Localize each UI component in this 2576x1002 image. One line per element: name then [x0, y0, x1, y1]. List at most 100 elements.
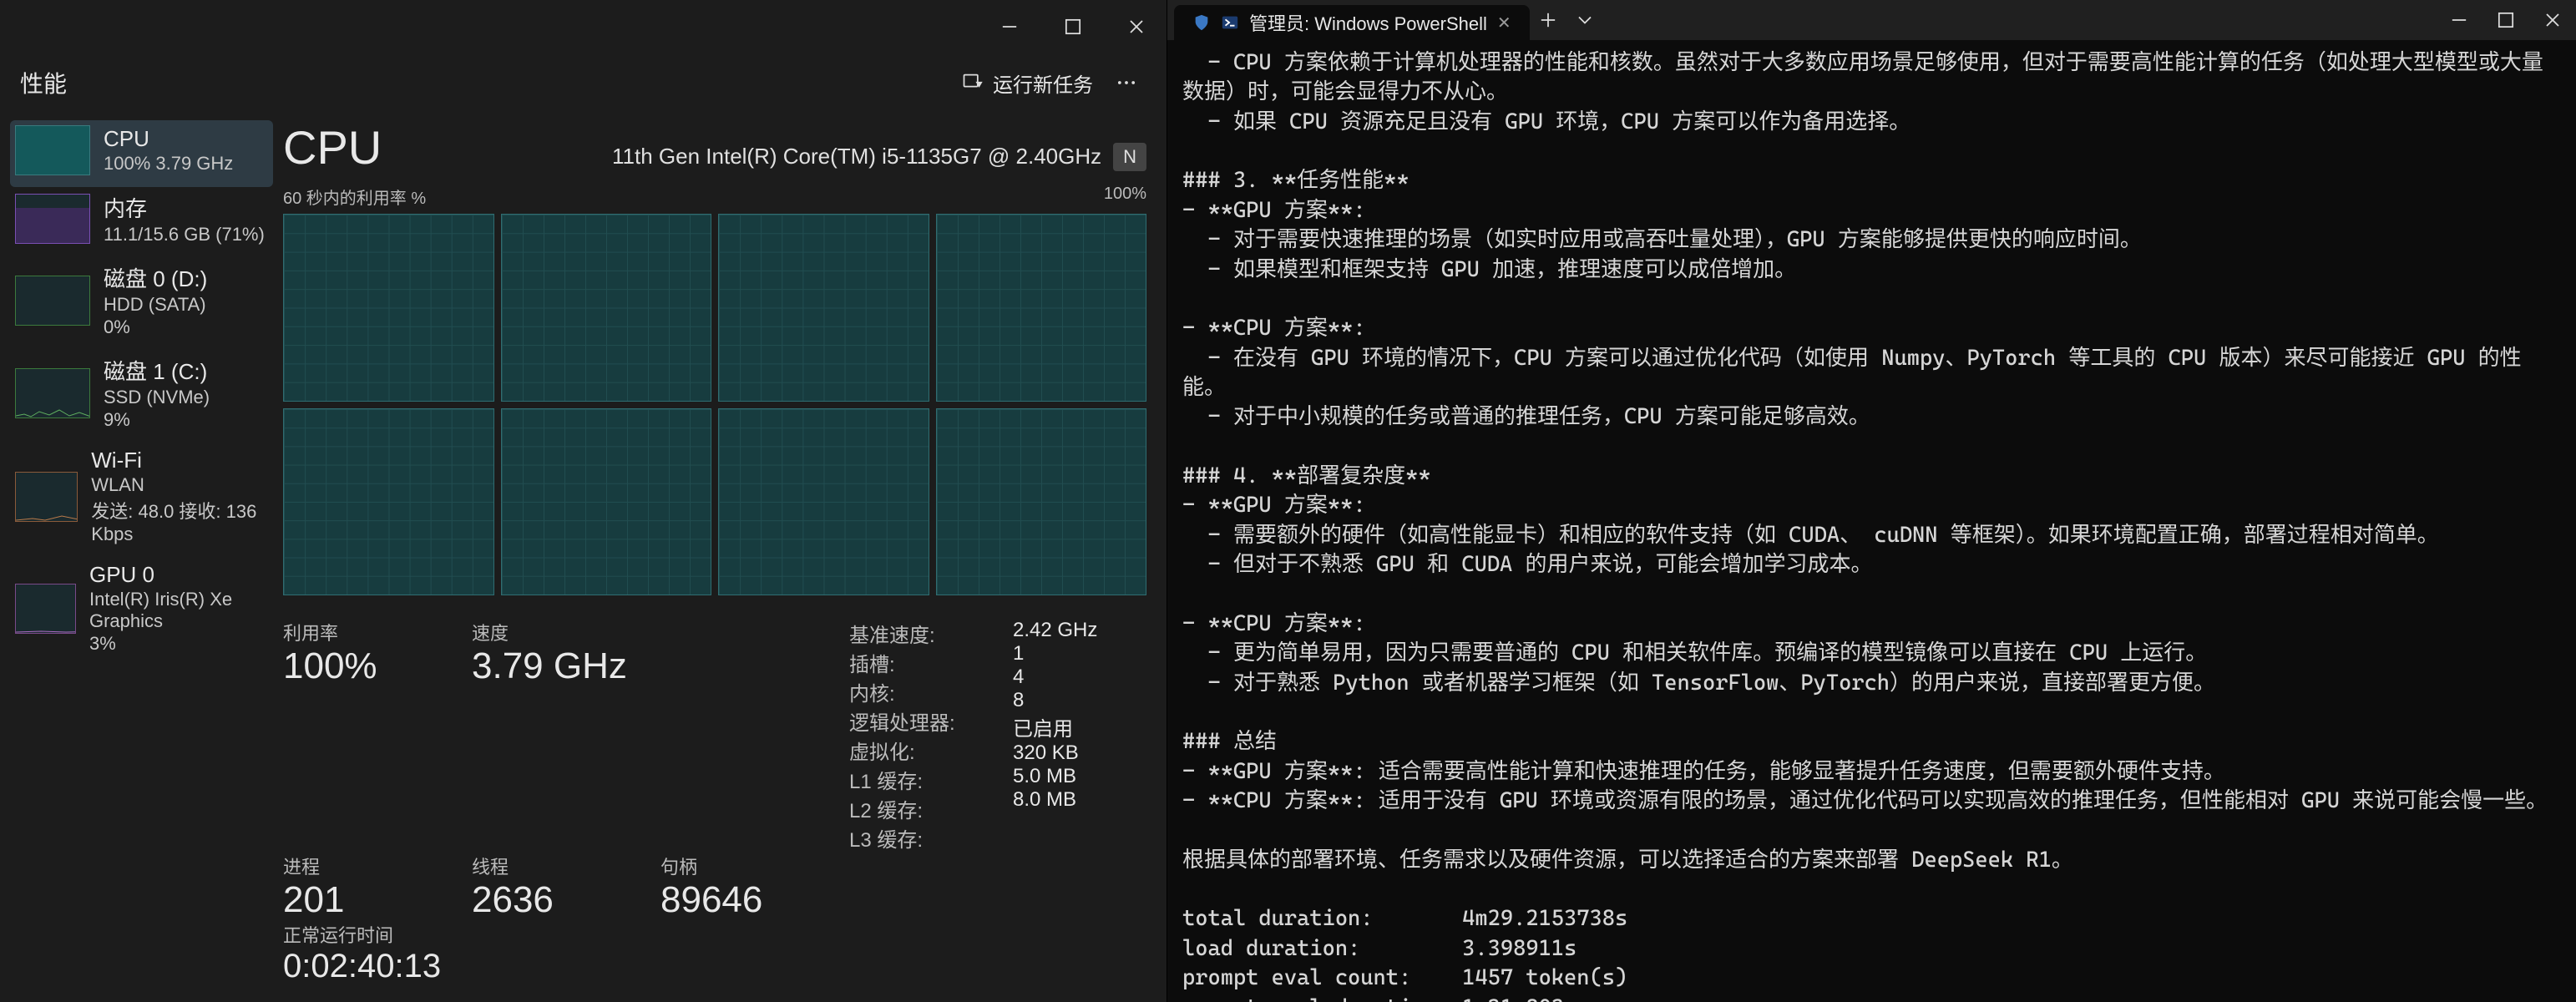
sidebar-item-sub: Intel(R) Iris(R) Xe Graphics: [89, 589, 268, 632]
terminal-content[interactable]: - CPU 方案依赖于计算机处理器的性能和核数。虽然对于大多数应用场景足够使用，…: [1167, 40, 2576, 1002]
sockets-label: 插槽:: [849, 648, 895, 677]
core-chart: [501, 408, 712, 596]
sidebar-item-sub: 100% 3.79 GHz: [104, 153, 233, 175]
util-label: 利用率: [283, 619, 458, 645]
cpu-stats-grid: 利用率 100% 速度 3.79 GHz 基准速度: 插槽: 内核: 逻辑处理器…: [283, 619, 1146, 985]
sidebar-item-label: 磁盘 0 (D:): [104, 262, 207, 293]
core-chart: [283, 408, 494, 596]
disk1-thumb: [15, 368, 90, 418]
tab-powershell[interactable]: 管理员: Windows PowerShell ✕: [1174, 5, 1530, 40]
chart-legend-right: 100%: [1104, 185, 1146, 209]
sidebar-item-sub2: 9%: [104, 409, 210, 431]
proc-value: 201: [283, 879, 458, 921]
maximize-button[interactable]: [1050, 10, 1096, 43]
base-speed-value: 2.42 GHz: [1013, 619, 1146, 642]
terminal-close-button[interactable]: [2529, 0, 2576, 40]
sidebar-item-sub2: 3%: [89, 633, 268, 655]
close-button[interactable]: [1113, 10, 1160, 43]
virt-value: 已启用: [1013, 712, 1146, 741]
base-speed-label: 基准速度:: [849, 619, 935, 648]
core-chart: [718, 214, 929, 402]
lp-label: 逻辑处理器:: [849, 706, 955, 736]
sidebar-item-sub: HDD (SATA): [104, 294, 207, 316]
handle-value: 89646: [660, 879, 836, 921]
l1-value: 320 KB: [1013, 741, 1146, 765]
uptime-label: 正常运行时间: [283, 921, 836, 948]
core-chart: [283, 214, 494, 402]
sidebar-item-disk-0[interactable]: 磁盘 0 (D:) HDD (SATA) 0%: [10, 257, 273, 350]
handle-label: 句柄: [660, 853, 836, 879]
disk0-thumb: [15, 276, 90, 326]
thread-value: 2636: [472, 879, 647, 921]
terminal-minimize-button[interactable]: [2436, 0, 2482, 40]
cpu-detail-panel: CPU 11th Gen Intel(R) Core(TM) i5-1135G7…: [283, 112, 1167, 1002]
cores-value: 4: [1013, 665, 1146, 689]
sidebar-item-label: 磁盘 1 (C:): [104, 355, 210, 386]
core-chart: [501, 214, 712, 402]
virt-label: 虚拟化:: [849, 736, 915, 765]
lp-value: 8: [1013, 689, 1146, 712]
gpu-thumb: [15, 584, 76, 634]
more-menu-button[interactable]: [1106, 66, 1146, 99]
sidebar-item-memory[interactable]: 内存 11.1/15.6 GB (71%): [10, 187, 273, 257]
core-chart: [936, 408, 1147, 596]
page-title: 性能: [20, 66, 67, 99]
cpu-thumb: [15, 125, 90, 175]
tab-dropdown-button[interactable]: [1566, 0, 1603, 40]
thread-label: 线程: [472, 853, 647, 879]
sidebar-item-label: CPU: [104, 126, 233, 152]
sidebar-item-label: Wi-Fi: [91, 448, 268, 473]
run-task-icon: [961, 71, 984, 94]
sidebar-item-label: 内存: [104, 192, 265, 223]
core-chart: [936, 214, 1147, 402]
chip-badge: N: [1113, 143, 1146, 171]
chart-legend-left: 60 秒内的利用率 %: [283, 185, 426, 209]
core-chart: [718, 408, 929, 596]
run-new-task-button[interactable]: 运行新任务: [948, 60, 1106, 106]
sidebar-item-cpu[interactable]: CPU 100% 3.79 GHz: [10, 120, 273, 187]
windows-terminal-window: 管理员: Windows PowerShell ✕ - CPU 方案依赖于计算机…: [1167, 0, 2576, 1002]
l3-label: L3 缓存:: [849, 823, 923, 853]
detail-title: CPU: [283, 120, 382, 175]
cpu-core-chart-grid: [283, 214, 1146, 595]
uptime-value: 0:02:40:13: [283, 948, 836, 985]
l2-value: 5.0 MB: [1013, 765, 1146, 788]
run-new-task-label: 运行新任务: [993, 68, 1093, 98]
wifi-thumb: [15, 472, 78, 522]
minimize-button[interactable]: [986, 10, 1033, 43]
window-titlebar: [0, 0, 1167, 53]
sidebar-item-sub: 11.1/15.6 GB (71%): [104, 224, 265, 245]
toolbar: 性能 运行新任务: [0, 53, 1167, 112]
sidebar-item-sub: SSD (NVMe): [104, 387, 210, 408]
tab-title: 管理员: Windows PowerShell: [1249, 9, 1487, 36]
resource-sidebar: CPU 100% 3.79 GHz 内存 11.1/15.6 GB (71%) …: [0, 112, 283, 1002]
util-value: 100%: [283, 645, 458, 687]
l1-label: L1 缓存:: [849, 765, 923, 794]
sidebar-item-sub2: 0%: [104, 316, 207, 338]
speed-value: 3.79 GHz: [472, 645, 647, 687]
shield-icon: [1192, 13, 1211, 32]
terminal-tabbar: 管理员: Windows PowerShell ✕: [1167, 0, 2576, 40]
task-manager-window: 性能 运行新任务 CPU 100% 3.79 GHz: [0, 0, 1167, 1002]
l2-label: L2 缓存:: [849, 794, 923, 823]
tab-close-icon[interactable]: ✕: [1497, 13, 1511, 33]
cores-label: 内核:: [849, 677, 895, 706]
memory-thumb: [15, 194, 90, 244]
cpu-model: 11th Gen Intel(R) Core(TM) i5-1135G7 @ 2…: [612, 144, 1101, 170]
speed-label: 速度: [472, 619, 647, 645]
sockets-value: 1: [1013, 642, 1146, 665]
sidebar-item-sub2: 发送: 48.0 接收: 136 Kbps: [91, 497, 268, 545]
plus-icon: [1536, 8, 1560, 32]
powershell-icon: [1221, 13, 1239, 32]
sidebar-item-sub: WLAN: [91, 474, 268, 496]
proc-label: 进程: [283, 853, 458, 879]
l3-value: 8.0 MB: [1013, 788, 1146, 812]
new-tab-button[interactable]: [1530, 0, 1566, 40]
sidebar-item-wifi[interactable]: Wi-Fi WLAN 发送: 48.0 接收: 136 Kbps: [10, 443, 273, 557]
terminal-maximize-button[interactable]: [2482, 0, 2529, 40]
ellipsis-icon: [1115, 71, 1138, 94]
chevron-down-icon: [1573, 8, 1597, 32]
sidebar-item-label: GPU 0: [89, 562, 268, 588]
sidebar-item-disk-1[interactable]: 磁盘 1 (C:) SSD (NVMe) 9%: [10, 350, 273, 443]
sidebar-item-gpu-0[interactable]: GPU 0 Intel(R) Iris(R) Xe Graphics 3%: [10, 557, 273, 666]
